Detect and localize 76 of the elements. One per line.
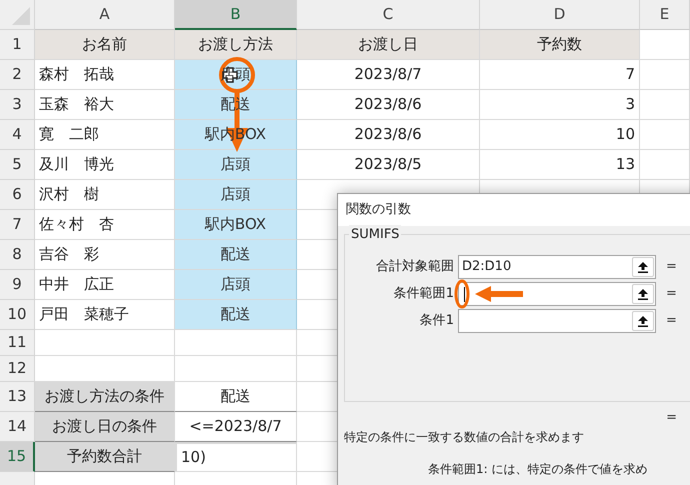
table-cell[interactable]: 配送: [175, 240, 297, 270]
equals-sign: =: [666, 285, 677, 304]
table-cell[interactable]: 配送: [175, 300, 297, 330]
table-cell[interactable]: 店頭: [175, 270, 297, 300]
column-header[interactable]: B: [175, 0, 297, 30]
row-header[interactable]: 1: [0, 30, 35, 60]
table-cell[interactable]: [175, 330, 297, 356]
up-arrow-icon: [638, 316, 648, 326]
collapse-button[interactable]: [632, 311, 654, 331]
argument-field[interactable]: [458, 282, 656, 306]
table-cell[interactable]: 3: [480, 90, 640, 120]
row-header[interactable]: 6: [0, 180, 35, 210]
row-header[interactable]: 5: [0, 150, 35, 180]
equals-sign: =: [666, 258, 677, 276]
table-cell[interactable]: <=2023/8/7: [175, 412, 297, 442]
table-cell[interactable]: [640, 150, 690, 180]
table-cell[interactable]: お渡し方法: [175, 30, 297, 60]
row-header[interactable]: 4: [0, 120, 35, 150]
argument-label: 条件範囲1: [392, 285, 455, 304]
equals-sign: =: [666, 312, 677, 330]
equals-sign: =: [666, 409, 677, 426]
up-arrow-icon: [638, 262, 648, 272]
table-cell[interactable]: 13: [480, 150, 640, 180]
select-all-corner[interactable]: [0, 0, 35, 30]
row-header[interactable]: 13: [0, 382, 35, 412]
table-cell[interactable]: [175, 356, 297, 382]
table-cell[interactable]: 配送: [175, 382, 297, 412]
row-header[interactable]: 12: [0, 356, 35, 382]
collapse-button[interactable]: [632, 284, 654, 304]
column-header[interactable]: C: [297, 0, 480, 30]
table-cell[interactable]: お渡し日の条件: [35, 412, 175, 442]
table-cell[interactable]: 7: [480, 60, 640, 90]
column-header[interactable]: D: [480, 0, 640, 30]
table-cell[interactable]: [640, 120, 690, 150]
argument-field[interactable]: [458, 309, 656, 333]
collapse-button[interactable]: [632, 257, 654, 277]
row-header[interactable]: 14: [0, 412, 35, 442]
table-cell[interactable]: 2023/8/6: [297, 90, 480, 120]
up-arrow-icon: [638, 288, 648, 300]
table-cell[interactable]: 2023/8/6: [297, 120, 480, 150]
argument-help: 条件範囲1: には、特定の条件で値を求め: [427, 461, 648, 478]
table-cell[interactable]: 10: [480, 120, 640, 150]
column-header[interactable]: E: [640, 0, 690, 30]
corner-triangle-icon: [12, 7, 30, 25]
dialog-title: 関数の引数: [346, 201, 411, 220]
table-cell[interactable]: 2023/8/5: [297, 150, 480, 180]
row-header[interactable]: 8: [0, 240, 35, 270]
table-cell[interactable]: 店頭: [175, 150, 297, 180]
row-header[interactable]: 2: [0, 60, 35, 90]
table-cell[interactable]: お名前: [35, 30, 175, 60]
column-header[interactable]: A: [35, 0, 175, 30]
row-header[interactable]: 10: [0, 300, 35, 330]
table-cell[interactable]: [640, 90, 690, 120]
table-cell[interactable]: 予約数: [480, 30, 640, 60]
argument-label: 合計対象範囲: [375, 258, 455, 276]
text-caret: [464, 286, 465, 302]
row-header[interactable]: 7: [0, 210, 35, 240]
argument-field[interactable]: D2:D10: [458, 255, 656, 279]
function-description: 特定の条件に一致する数値の合計を求めます: [343, 429, 585, 446]
row-header[interactable]: 9: [0, 270, 35, 300]
table-cell[interactable]: 予約数合計: [35, 442, 175, 472]
table-cell[interactable]: お渡し方法の条件: [35, 382, 175, 412]
caret-annotation-drawing: [453, 278, 525, 310]
row-header[interactable]: 11: [0, 330, 35, 356]
active-cell[interactable]: 10): [175, 442, 297, 472]
table-cell[interactable]: 駅内BOX: [175, 210, 297, 240]
field-value: D2:D10: [462, 258, 512, 276]
table-cell[interactable]: 2023/8/7: [297, 60, 480, 90]
argument-label: 条件1: [418, 312, 455, 330]
table-cell[interactable]: 店頭: [175, 180, 297, 210]
table-cell[interactable]: [640, 60, 690, 90]
row-header[interactable]: 3: [0, 90, 35, 120]
table-cell[interactable]: [35, 330, 175, 356]
row-header[interactable]: 15: [0, 442, 35, 472]
table-cell[interactable]: お渡し日: [297, 30, 480, 60]
table-cell[interactable]: [640, 30, 690, 60]
